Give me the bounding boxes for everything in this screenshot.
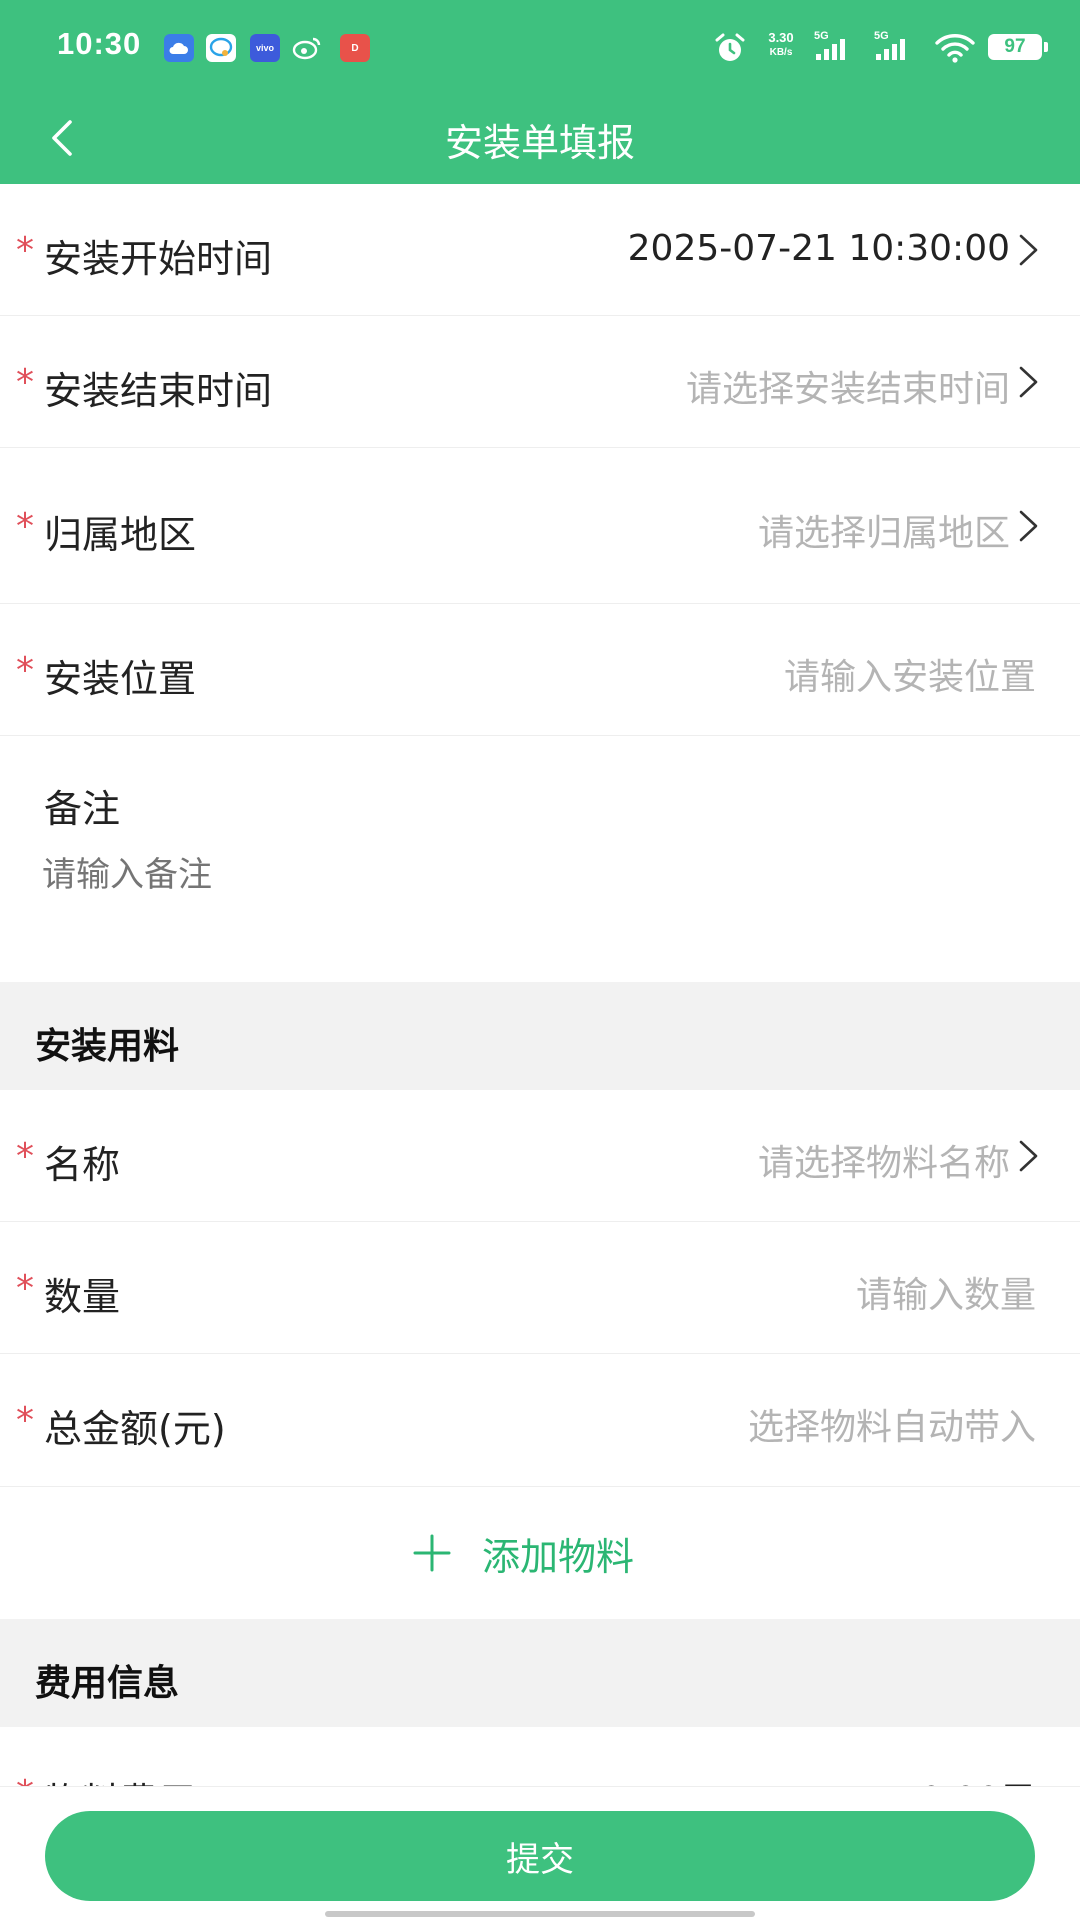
location-input[interactable]: 请输入安装位置 [784, 648, 1036, 700]
signal-2-icon: 5G [874, 30, 916, 62]
quantity-row[interactable]: * 数量 请输入数量 [0, 1222, 1080, 1354]
region-placeholder: 请选择归属地区 [757, 513, 1010, 554]
remark-row: 备注 [0, 736, 1080, 982]
plus-icon [413, 1534, 451, 1572]
quantity-label: 数量 [44, 1275, 121, 1319]
video-app-icon: D [340, 34, 370, 62]
required-mark: * [16, 1400, 34, 1441]
total-amount-label: 总金额(元) [44, 1407, 226, 1451]
start-time-value: 2025-07-21 10:30:00 [627, 228, 1010, 269]
end-time-row[interactable]: * 安装结束时间 请选择安装结束时间 [0, 316, 1080, 448]
weibo-icon [292, 34, 322, 62]
add-material-button[interactable]: 添加物料 [0, 1487, 1080, 1619]
add-material-label: 添加物料 [482, 1534, 635, 1579]
cloud-app-icon [164, 34, 194, 62]
vivo-app-icon: vivo [250, 34, 280, 62]
section-title: 安装用料 [35, 1026, 180, 1067]
net-speed: 3.30 KB/s [768, 30, 794, 58]
bottom-bar: 提交 [0, 1786, 1080, 1921]
total-amount-placeholder: 选择物料自动带入 [747, 1407, 1036, 1448]
required-mark: * [16, 230, 34, 271]
chevron-right-icon [1019, 234, 1038, 266]
location-row[interactable]: * 安装位置 请输入安装位置 [0, 604, 1080, 736]
nav-bar: 安装单填报 [0, 92, 1080, 184]
remark-input[interactable] [40, 854, 944, 896]
chevron-right-icon [1019, 366, 1038, 398]
chevron-right-icon [1019, 1140, 1038, 1172]
total-amount-row: * 总金额(元) 选择物料自动带入 [0, 1354, 1080, 1487]
page-title: 安装单填报 [444, 121, 635, 165]
home-indicator[interactable] [325, 1911, 755, 1917]
signal-1-icon: 5G [814, 30, 856, 62]
location-label: 安装位置 [44, 657, 197, 701]
battery-icon: 97 [988, 34, 1048, 60]
status-time: 10:30 [57, 26, 142, 61]
start-time-row[interactable]: * 安装开始时间 2025-07-21 10:30:00 [0, 184, 1080, 316]
required-mark: * [16, 506, 34, 547]
status-bar: 10:30 vivo D 3.30 KB/s 5G 5G 97 [0, 0, 1080, 92]
remark-label: 备注 [44, 787, 121, 831]
start-time-label: 安装开始时间 [44, 237, 273, 281]
material-name-label: 名称 [44, 1143, 121, 1187]
chevron-right-icon [1019, 510, 1038, 542]
submit-button[interactable]: 提交 [45, 1811, 1035, 1901]
alarm-icon [714, 32, 746, 64]
section-title: 费用信息 [35, 1663, 180, 1704]
material-name-placeholder: 请选择物料名称 [757, 1143, 1010, 1184]
required-mark: * [16, 650, 34, 691]
materials-section-header: 安装用料 [0, 982, 1080, 1090]
required-mark: * [16, 1268, 34, 1309]
chat-app-icon [206, 34, 236, 62]
required-mark: * [16, 1136, 34, 1177]
wifi-icon [934, 32, 976, 64]
end-time-placeholder: 请选择安装结束时间 [685, 369, 1010, 410]
fees-section-header: 费用信息 [0, 1619, 1080, 1727]
region-label: 归属地区 [44, 513, 197, 557]
end-time-label: 安装结束时间 [44, 369, 273, 413]
quantity-input[interactable]: 请输入数量 [856, 1266, 1036, 1318]
region-row[interactable]: * 归属地区 请选择归属地区 [0, 448, 1080, 604]
material-name-row[interactable]: * 名称 请选择物料名称 [0, 1090, 1080, 1222]
required-mark: * [16, 362, 34, 403]
